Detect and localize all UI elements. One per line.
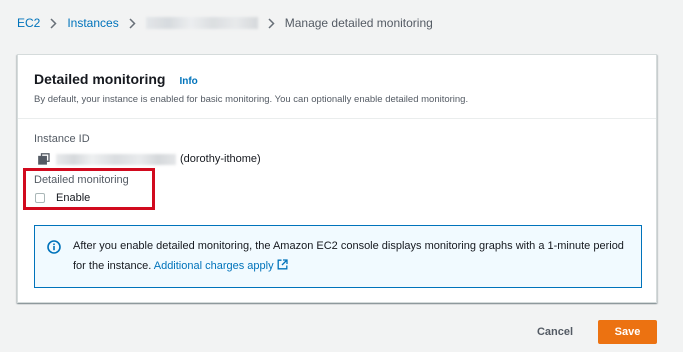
additional-charges-link[interactable]: Additional charges apply [154,260,274,272]
chevron-right-icon [50,17,57,29]
chevron-right-icon [268,17,275,29]
info-circle-icon [47,240,61,254]
chevron-right-icon [129,17,136,29]
panel-title: Detailed monitoring [34,71,166,87]
breadcrumb-instances-link[interactable]: Instances [67,16,118,30]
breadcrumb: EC2 Instances Manage detailed monitoring [17,14,433,32]
alert-message: After you enable detailed monitoring, th… [73,236,629,287]
panel-header: Detailed monitoring Info By default, you… [18,55,656,119]
instance-id-row: (dorothy-ithome) [34,152,640,166]
copy-icon[interactable] [38,153,50,165]
save-button[interactable]: Save [598,320,657,344]
instance-name: (dorothy-ithome) [180,153,261,165]
highlight-annotation [23,168,155,210]
instance-id-value-redacted [56,153,176,165]
info-alert: After you enable detailed monitoring, th… [34,225,642,288]
panel-description: By default, your instance is enabled for… [34,94,469,105]
breadcrumb-current: Manage detailed monitoring [284,16,433,30]
breadcrumb-instance-id-redacted[interactable] [145,17,258,29]
external-link-icon[interactable] [277,257,288,277]
breadcrumb-ec2-link[interactable]: EC2 [17,16,40,30]
instance-id-label: Instance ID [34,133,90,145]
cancel-button[interactable]: Cancel [530,321,580,343]
info-link[interactable]: Info [179,76,197,87]
detailed-monitoring-panel: Detailed monitoring Info By default, you… [17,54,657,303]
